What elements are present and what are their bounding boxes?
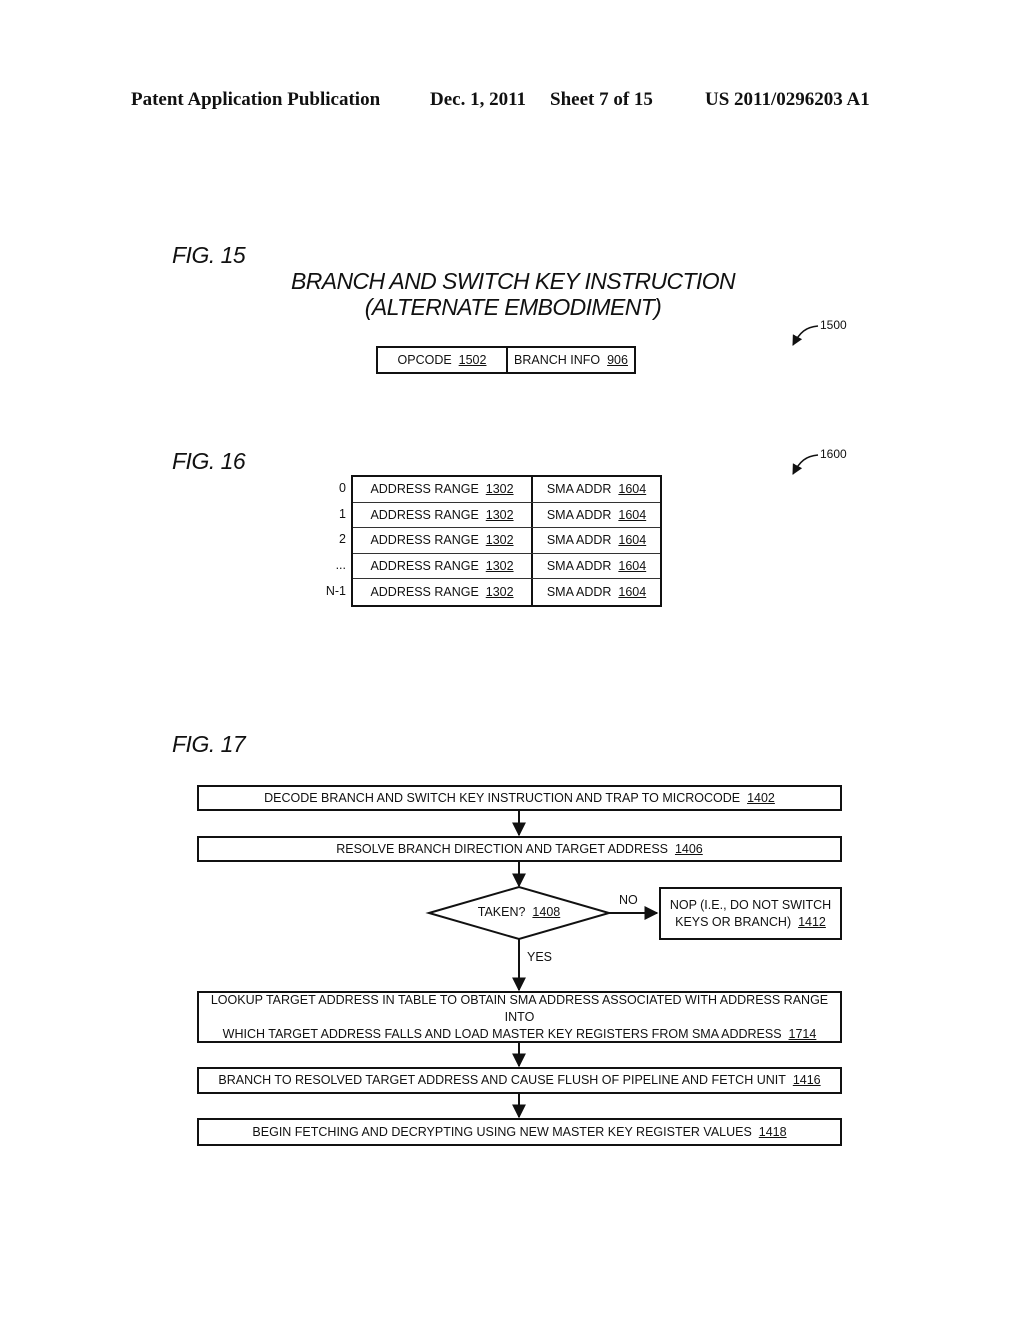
instruction-format: OPCODE 1502 BRANCH INFO 906: [376, 346, 636, 374]
address-range-cell: ADDRESS RANGE 1302: [353, 528, 533, 553]
opcode-ref: 1502: [458, 353, 487, 367]
edge-label-yes: YES: [527, 950, 553, 964]
sma-addr-cell: SMA ADDR 1604: [546, 482, 647, 497]
ref-1500-arrow: [792, 325, 819, 346]
step-branch-ref: 1416: [792, 1073, 821, 1087]
table-row: ADDRESS RANGE 1302 SMA ADDR 1604: [353, 528, 660, 554]
table-row: ADDRESS RANGE 1302 SMA ADDR 1604: [353, 502, 660, 529]
table-row: ADDRESS RANGE 1302 SMA ADDR 1604: [353, 579, 660, 605]
step-decode-ref: 1402: [747, 790, 775, 805]
step-decode-text: DECODE BRANCH AND SWITCH KEY INSTRUCTION…: [264, 790, 741, 805]
table-row: ADDRESS RANGE 1302 SMA ADDR 1604: [353, 553, 660, 580]
fig17-label: FIG. 17: [172, 731, 246, 757]
step-resolve-ref: 1406: [674, 841, 703, 856]
sma-addr-cell: SMA ADDR 1604: [546, 559, 647, 574]
address-range-cell: ADDRESS RANGE 1302: [353, 477, 533, 502]
step-nop-text-line1: NOP (I.E., DO NOT SWITCH: [669, 897, 832, 912]
fig15-label: FIG. 15: [172, 242, 246, 268]
step-decode-box: DECODE BRANCH AND SWITCH KEY INSTRUCTION…: [197, 785, 842, 811]
address-range-cell: ADDRESS RANGE 1302: [353, 502, 533, 528]
fig15-title-line2: (ALTERNATE EMBODIMENT): [364, 294, 662, 320]
taken-text: TAKEN?: [477, 905, 526, 919]
row-index: 1: [339, 507, 346, 521]
sma-addr-cell: SMA ADDR 1604: [546, 585, 647, 600]
taken-ref: 1408: [532, 905, 561, 919]
step-nop-box: NOP (I.E., DO NOT SWITCH KEYS OR BRANCH)…: [659, 887, 842, 940]
step-fetch-ref: 1418: [758, 1124, 787, 1139]
step-lookup-box: LOOKUP TARGET ADDRESS IN TABLE TO OBTAIN…: [197, 991, 842, 1043]
branch-info-field: BRANCH INFO 906: [508, 348, 634, 372]
step-nop-ref: 1412: [798, 914, 826, 929]
step-nop-text-line2: KEYS OR BRANCH) 1412: [675, 914, 826, 929]
step-lookup-text-line2: WHICH TARGET ADDRESS FALLS AND LOAD MAST…: [222, 1026, 817, 1041]
sma-addr-cell: SMA ADDR 1604: [546, 507, 647, 522]
step-lookup-ref: 1714: [788, 1026, 817, 1041]
row-index: ...: [335, 558, 346, 572]
edge-label-no: NO: [619, 893, 638, 907]
branch-info-label: BRANCH INFO: [514, 353, 601, 367]
step-lookup-text-line1: LOOKUP TARGET ADDRESS IN TABLE TO OBTAIN…: [210, 992, 829, 1024]
address-range-cell: ADDRESS RANGE 1302: [353, 579, 533, 605]
step-fetch-text: BEGIN FETCHING AND DECRYPTING USING NEW …: [252, 1124, 752, 1139]
sma-addr-cell: SMA ADDR 1604: [546, 533, 647, 548]
step-fetch-box: BEGIN FETCHING AND DECRYPTING USING NEW …: [197, 1118, 842, 1146]
fig16-ref-number: 1600: [820, 447, 847, 461]
row-index: N-1: [325, 584, 346, 598]
step-branch-text: BRANCH TO RESOLVED TARGET ADDRESS AND CA…: [218, 1073, 786, 1087]
opcode-field: OPCODE 1502: [378, 348, 508, 372]
taken-decision-label: TAKEN? 1408: [472, 905, 566, 919]
fig15-title-line1: BRANCH AND SWITCH KEY INSTRUCTION: [290, 268, 736, 294]
table-row: ADDRESS RANGE 1302 SMA ADDR 1604: [353, 477, 660, 503]
step-branch-box: BRANCH TO RESOLVED TARGET ADDRESS AND CA…: [197, 1067, 842, 1094]
address-range-table: ADDRESS RANGE 1302 SMA ADDR 1604 ADDRESS…: [351, 475, 662, 607]
branch-info-ref: 906: [607, 353, 628, 367]
ref-1600-arrow: [792, 454, 819, 475]
row-index: 0: [339, 481, 346, 495]
step-resolve-text: RESOLVE BRANCH DIRECTION AND TARGET ADDR…: [336, 841, 668, 856]
opcode-label: OPCODE: [397, 353, 452, 367]
fig16-label: FIG. 16: [172, 448, 246, 474]
row-index: 2: [339, 532, 346, 546]
address-range-cell: ADDRESS RANGE 1302: [353, 553, 533, 579]
fig15-ref-number: 1500: [820, 318, 847, 332]
step-resolve-box: RESOLVE BRANCH DIRECTION AND TARGET ADDR…: [197, 836, 842, 862]
